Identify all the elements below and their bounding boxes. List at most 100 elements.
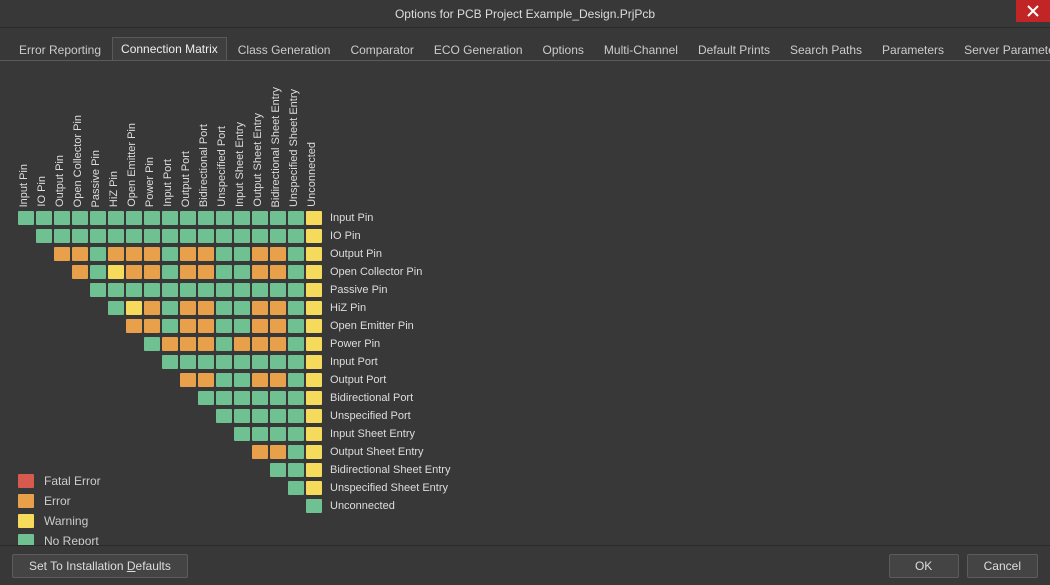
matrix-cell[interactable] bbox=[162, 355, 178, 369]
tab-multi-channel[interactable]: Multi-Channel bbox=[595, 38, 687, 61]
matrix-cell[interactable] bbox=[216, 373, 232, 387]
matrix-cell[interactable] bbox=[288, 355, 304, 369]
matrix-cell[interactable] bbox=[288, 229, 304, 243]
matrix-cell[interactable] bbox=[288, 409, 304, 423]
matrix-cell[interactable] bbox=[216, 211, 232, 225]
matrix-cell[interactable] bbox=[108, 283, 124, 297]
matrix-cell[interactable] bbox=[234, 301, 250, 315]
matrix-cell[interactable] bbox=[270, 463, 286, 477]
matrix-cell[interactable] bbox=[234, 229, 250, 243]
matrix-cell[interactable] bbox=[288, 211, 304, 225]
matrix-cell[interactable] bbox=[252, 373, 268, 387]
matrix-cell[interactable] bbox=[90, 247, 106, 261]
matrix-cell[interactable] bbox=[306, 373, 322, 387]
matrix-cell[interactable] bbox=[198, 355, 214, 369]
tab-parameters[interactable]: Parameters bbox=[873, 38, 953, 61]
matrix-cell[interactable] bbox=[270, 229, 286, 243]
matrix-cell[interactable] bbox=[180, 337, 196, 351]
matrix-cell[interactable] bbox=[270, 427, 286, 441]
matrix-cell[interactable] bbox=[216, 247, 232, 261]
matrix-cell[interactable] bbox=[234, 247, 250, 261]
tab-connection-matrix[interactable]: Connection Matrix bbox=[112, 37, 227, 61]
matrix-cell[interactable] bbox=[198, 301, 214, 315]
matrix-cell[interactable] bbox=[180, 283, 196, 297]
matrix-cell[interactable] bbox=[234, 283, 250, 297]
matrix-cell[interactable] bbox=[216, 391, 232, 405]
matrix-cell[interactable] bbox=[108, 265, 124, 279]
matrix-cell[interactable] bbox=[306, 319, 322, 333]
matrix-cell[interactable] bbox=[90, 211, 106, 225]
matrix-cell[interactable] bbox=[180, 319, 196, 333]
matrix-cell[interactable] bbox=[270, 319, 286, 333]
matrix-cell[interactable] bbox=[306, 481, 322, 495]
matrix-cell[interactable] bbox=[162, 319, 178, 333]
matrix-cell[interactable] bbox=[216, 283, 232, 297]
tab-options[interactable]: Options bbox=[534, 38, 593, 61]
matrix-cell[interactable] bbox=[198, 391, 214, 405]
matrix-cell[interactable] bbox=[144, 247, 160, 261]
matrix-cell[interactable] bbox=[216, 337, 232, 351]
ok-button[interactable]: OK bbox=[889, 554, 959, 578]
matrix-cell[interactable] bbox=[252, 409, 268, 423]
matrix-cell[interactable] bbox=[144, 265, 160, 279]
matrix-cell[interactable] bbox=[306, 463, 322, 477]
matrix-cell[interactable] bbox=[288, 445, 304, 459]
matrix-cell[interactable] bbox=[306, 499, 322, 513]
matrix-cell[interactable] bbox=[180, 355, 196, 369]
matrix-cell[interactable] bbox=[198, 319, 214, 333]
matrix-cell[interactable] bbox=[270, 391, 286, 405]
matrix-cell[interactable] bbox=[216, 301, 232, 315]
matrix-cell[interactable] bbox=[252, 319, 268, 333]
matrix-cell[interactable] bbox=[90, 265, 106, 279]
matrix-cell[interactable] bbox=[306, 247, 322, 261]
matrix-cell[interactable] bbox=[306, 337, 322, 351]
matrix-cell[interactable] bbox=[288, 301, 304, 315]
matrix-cell[interactable] bbox=[162, 265, 178, 279]
matrix-cell[interactable] bbox=[306, 229, 322, 243]
tab-error-reporting[interactable]: Error Reporting bbox=[10, 38, 110, 61]
matrix-cell[interactable] bbox=[126, 247, 142, 261]
matrix-cell[interactable] bbox=[252, 211, 268, 225]
matrix-cell[interactable] bbox=[198, 211, 214, 225]
matrix-cell[interactable] bbox=[90, 283, 106, 297]
matrix-cell[interactable] bbox=[144, 211, 160, 225]
matrix-cell[interactable] bbox=[126, 265, 142, 279]
matrix-cell[interactable] bbox=[270, 355, 286, 369]
matrix-cell[interactable] bbox=[252, 301, 268, 315]
matrix-cell[interactable] bbox=[144, 337, 160, 351]
matrix-cell[interactable] bbox=[306, 355, 322, 369]
matrix-cell[interactable] bbox=[306, 391, 322, 405]
matrix-cell[interactable] bbox=[270, 337, 286, 351]
matrix-cell[interactable] bbox=[270, 409, 286, 423]
matrix-cell[interactable] bbox=[162, 301, 178, 315]
matrix-cell[interactable] bbox=[54, 247, 70, 261]
matrix-cell[interactable] bbox=[270, 265, 286, 279]
matrix-cell[interactable] bbox=[270, 211, 286, 225]
matrix-cell[interactable] bbox=[288, 319, 304, 333]
matrix-cell[interactable] bbox=[144, 301, 160, 315]
matrix-cell[interactable] bbox=[72, 247, 88, 261]
matrix-cell[interactable] bbox=[162, 211, 178, 225]
matrix-cell[interactable] bbox=[126, 319, 142, 333]
matrix-cell[interactable] bbox=[180, 211, 196, 225]
matrix-cell[interactable] bbox=[198, 229, 214, 243]
matrix-cell[interactable] bbox=[216, 409, 232, 423]
matrix-cell[interactable] bbox=[216, 319, 232, 333]
tab-server-parameters[interactable]: Server Parameters bbox=[955, 38, 1050, 61]
matrix-cell[interactable] bbox=[270, 373, 286, 387]
matrix-cell[interactable] bbox=[90, 229, 106, 243]
matrix-cell[interactable] bbox=[252, 283, 268, 297]
matrix-cell[interactable] bbox=[198, 337, 214, 351]
matrix-cell[interactable] bbox=[72, 229, 88, 243]
tab-class-generation[interactable]: Class Generation bbox=[229, 38, 340, 61]
matrix-cell[interactable] bbox=[234, 391, 250, 405]
matrix-cell[interactable] bbox=[180, 301, 196, 315]
matrix-cell[interactable] bbox=[216, 355, 232, 369]
matrix-cell[interactable] bbox=[162, 229, 178, 243]
matrix-cell[interactable] bbox=[36, 229, 52, 243]
matrix-cell[interactable] bbox=[252, 391, 268, 405]
matrix-cell[interactable] bbox=[306, 427, 322, 441]
matrix-cell[interactable] bbox=[270, 445, 286, 459]
matrix-cell[interactable] bbox=[144, 229, 160, 243]
matrix-cell[interactable] bbox=[288, 481, 304, 495]
